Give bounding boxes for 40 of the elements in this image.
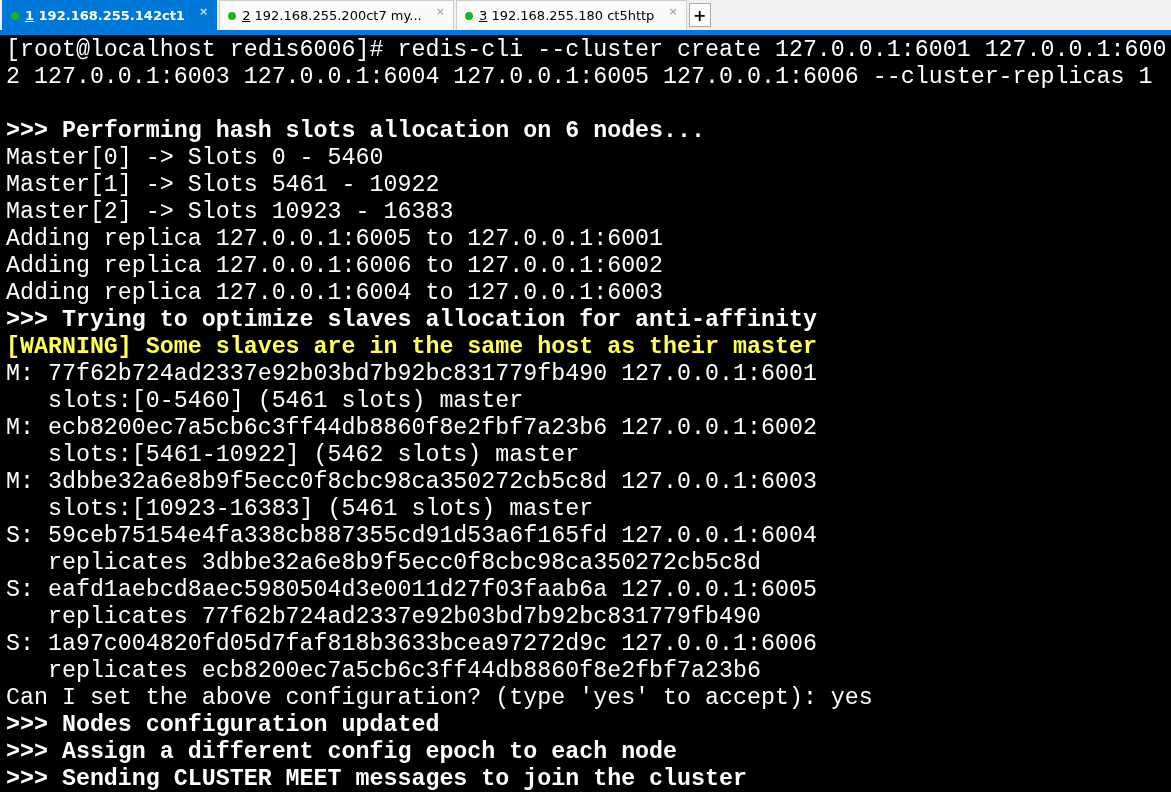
- terminal-line: >>> Nodes configuration updated: [6, 712, 441, 739]
- terminal-line: [WARNING] Some slaves are in the same host as their master: [6, 334, 818, 361]
- terminal-line: Adding replica 127.0.0.1:6005 to 127.0.0.1:6001: [6, 226, 665, 253]
- terminal-line: Master[0] -> Slots 0 - 5460: [6, 145, 385, 172]
- terminal-line: slots:[10923-16383] (5461 slots) master: [46, 496, 595, 523]
- close-icon[interactable]: ×: [668, 5, 678, 18]
- tab-label: 2 192.168.255.200ct7 my...: [242, 8, 422, 23]
- terminal-line: M: 3dbbe32a6e8b9f5ecc0f8cbc98ca350272cb5c8d 127.0.0.1:6003: [6, 469, 818, 496]
- close-icon[interactable]: ×: [198, 5, 209, 18]
- tab-label: 3 192.168.255.180 ct5http: [478, 8, 655, 23]
- terminal-line: Master[2] -> Slots 10923 - 16383: [6, 199, 455, 226]
- terminal-line: Adding replica 127.0.0.1:6004 to 127.0.0.1:6003: [6, 280, 665, 307]
- terminal-line: >>> Assign a different config epoch to each node: [6, 739, 679, 766]
- terminal-line: slots:[5461-10922] (5462 slots) master: [46, 442, 581, 469]
- terminal-line: replicates ecb8200ec7a5cb6c3ff44db8860f8e2fbf7a23b6: [46, 658, 762, 685]
- terminal-line: replicates 3dbbe32a6e8b9f5ecc0f8cbc98ca350272cb5c8d: [46, 550, 762, 577]
- terminal-line: S: 59ceb75154e4fa338cb887355cd91d53a6f165fd 127.0.0.1:6004: [6, 523, 818, 550]
- close-icon[interactable]: ×: [435, 5, 445, 18]
- new-tab-button[interactable]: +: [688, 3, 711, 27]
- terminal-line: [root@localhost redis6006]# redis-cli --cluster create 127.0.0.1:6001 127.0.0.1:600: [6, 37, 1168, 64]
- tab-label: 1 192.168.255.142ct1: [25, 8, 185, 23]
- terminal-line: M: ecb8200ec7a5cb6c3ff44db8860f8e2fbf7a23b6 127.0.0.1:6002: [6, 415, 818, 442]
- tab[interactable]: 2 192.168.255.200ct7 my... ×: [219, 0, 454, 30]
- status-dot-icon: [464, 11, 473, 20]
- terminal-line: Master[1] -> Slots 5461 - 10922: [6, 172, 441, 199]
- terminal-line: >>> Sending CLUSTER MEET messages to join the cluster: [6, 766, 748, 792]
- terminal-line: S: 1a97c004820fd05d7faf818b3633bcea97272d9c 127.0.0.1:6006: [6, 631, 818, 658]
- terminal-line: replicates 77f62b724ad2337e92b03bd7b92bc831779fb490: [46, 604, 762, 631]
- terminal-line: Adding replica 127.0.0.1:6006 to 127.0.0.1:6002: [6, 253, 665, 280]
- terminal-line: 2 127.0.0.1:6003 127.0.0.1:6004 127.0.0.1:6005 127.0.0.1:6006 --cluster-replicas 1: [6, 64, 1154, 91]
- tab[interactable]: 1 192.168.255.142ct1 ×: [2, 0, 218, 30]
- terminal-line: S: eafd1aebcd8aec5980504d3e0011d27f03faab6a 127.0.0.1:6005: [6, 577, 818, 604]
- terminal-line: >>> Performing hash slots allocation on 6 nodes...: [6, 118, 707, 145]
- terminal-line: >>> Trying to optimize slaves allocation for anti-affinity: [6, 307, 818, 334]
- terminal-line: Can I set the above configuration? (type 'yes' to accept): yes: [6, 685, 874, 712]
- status-dot-icon: [228, 11, 237, 20]
- terminal-line: M: 77f62b724ad2337e92b03bd7b92bc831779fb490 127.0.0.1:6001: [6, 361, 818, 388]
- terminal-line: slots:[0-5460] (5461 slots) master: [46, 388, 525, 415]
- tab[interactable]: 3 192.168.255.180 ct5http ×: [455, 0, 687, 30]
- status-dot-icon: [11, 11, 19, 20]
